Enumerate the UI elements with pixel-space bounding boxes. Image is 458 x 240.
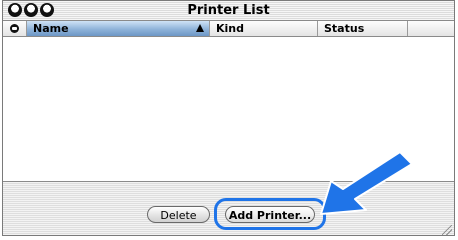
- pointer-arrow-annotation: [320, 151, 413, 215]
- arrow-icon: [320, 151, 413, 215]
